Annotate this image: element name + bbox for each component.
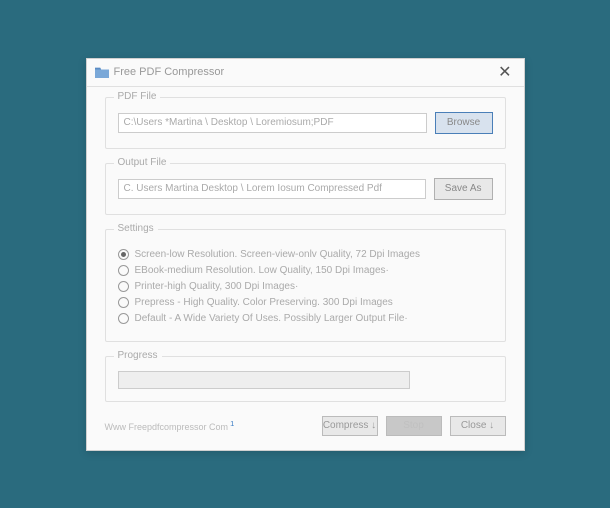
window-title: Free PDF Compressor — [114, 66, 495, 78]
settings-option-4[interactable]: Default - A Wide Variety Of Uses. Possib… — [118, 313, 493, 324]
pdf-file-label: PDF File — [114, 91, 161, 102]
settings-label: Settings — [114, 223, 158, 234]
settings-option-label: Printer-high Quality, 300 Dpi Images· — [135, 281, 299, 292]
titlebar: Free PDF Compressor ✕ — [87, 59, 524, 87]
app-icon — [95, 66, 109, 78]
compress-button[interactable]: Compress ↓ — [322, 416, 378, 436]
settings-option-label: Default - A Wide Variety Of Uses. Possib… — [135, 313, 408, 324]
settings-option-1[interactable]: EBook-medium Resolution. Low Quality, 15… — [118, 265, 493, 276]
output-file-input[interactable] — [118, 179, 426, 199]
progress-group: Progress — [105, 356, 506, 402]
settings-option-label: EBook-medium Resolution. Low Quality, 15… — [135, 265, 389, 276]
pdf-file-input[interactable] — [118, 113, 427, 133]
website-link[interactable]: Www Freepdfcompressor Com 1 — [105, 419, 322, 432]
progress-label: Progress — [114, 350, 162, 361]
footer: Www Freepdfcompressor Com 1 Compress ↓ S… — [105, 416, 506, 436]
radio-icon[interactable] — [118, 297, 129, 308]
pdf-file-group: PDF File Browse — [105, 97, 506, 149]
radio-icon[interactable] — [118, 313, 129, 324]
stop-button[interactable]: Stop — [386, 416, 442, 436]
radio-icon[interactable] — [118, 265, 129, 276]
settings-group: Settings Screen-low Resolution. Screen-v… — [105, 229, 506, 342]
browse-button[interactable]: Browse — [435, 112, 493, 134]
output-file-label: Output File — [114, 157, 171, 168]
settings-option-0[interactable]: Screen-low Resolution. Screen-view-onlv … — [118, 249, 493, 260]
settings-option-label: Prepress - High Quality. Color Preservin… — [135, 297, 393, 308]
settings-option-2[interactable]: Printer-high Quality, 300 Dpi Images· — [118, 281, 493, 292]
radio-icon[interactable] — [118, 249, 129, 260]
output-file-group: Output File Save As — [105, 163, 506, 215]
save-as-button[interactable]: Save As — [434, 178, 493, 200]
app-window: Free PDF Compressor ✕ PDF File Browse Ou… — [86, 58, 525, 451]
progress-bar — [118, 371, 411, 389]
settings-option-label: Screen-low Resolution. Screen-view-onlv … — [135, 249, 421, 260]
content-area: PDF File Browse Output File Save As Sett… — [87, 87, 524, 450]
close-button[interactable]: Close ↓ — [450, 416, 506, 436]
settings-option-3[interactable]: Prepress - High Quality. Color Preservin… — [118, 297, 493, 308]
radio-icon[interactable] — [118, 281, 129, 292]
close-icon[interactable]: ✕ — [494, 62, 515, 82]
